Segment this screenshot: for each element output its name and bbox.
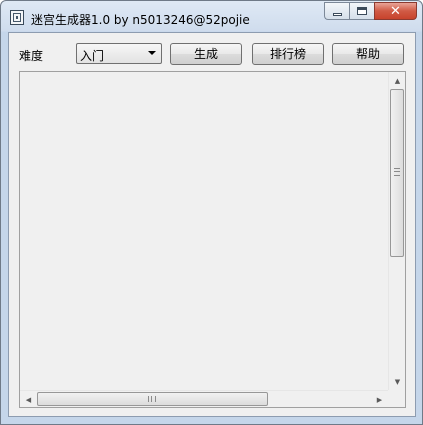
vertical-scroll-thumb[interactable] (390, 89, 404, 257)
help-button[interactable]: 帮助 (332, 43, 404, 65)
grip-icon (394, 168, 400, 176)
leaderboard-button[interactable]: 排行榜 (252, 43, 324, 65)
window-title: 迷宫生成器1.0 by n5013246@52pojie (31, 13, 250, 27)
chevron-down-icon (148, 51, 156, 55)
difficulty-label: 难度 (19, 49, 44, 63)
horizontal-scroll-thumb[interactable] (37, 392, 268, 406)
maze-app-icon[interactable] (10, 10, 24, 25)
maximize-button[interactable] (349, 2, 374, 20)
scrollbar-corner (388, 390, 405, 407)
horizontal-scrollbar[interactable]: ◀ ▶ (20, 390, 388, 407)
difficulty-value: 入门 (80, 49, 105, 63)
minimize-button[interactable] (324, 2, 349, 20)
vertical-scrollbar[interactable]: ▲ ▼ (388, 72, 405, 390)
app-window: 迷宫生成器1.0 by n5013246@52pojie ✕ 难度 入门 生成 … (0, 0, 423, 425)
client-area: 难度 入门 生成 排行榜 帮助 ▲ ▼ ◀ ▶ (8, 32, 416, 417)
scroll-down-arrow-icon[interactable]: ▼ (389, 373, 406, 390)
scroll-up-arrow-icon[interactable]: ▲ (389, 72, 406, 89)
grip-icon (148, 396, 156, 402)
caption-buttons: ✕ (324, 2, 417, 21)
minimize-icon (332, 12, 342, 16)
difficulty-select[interactable]: 入门 (76, 43, 162, 64)
generate-button[interactable]: 生成 (170, 43, 242, 65)
scroll-left-arrow-icon[interactable]: ◀ (20, 391, 37, 408)
close-button[interactable]: ✕ (374, 2, 417, 20)
close-icon: ✕ (390, 3, 401, 19)
maximize-icon (357, 7, 367, 15)
maze-display-area[interactable]: ▲ ▼ ◀ ▶ (19, 71, 406, 408)
scroll-right-arrow-icon[interactable]: ▶ (371, 391, 388, 408)
title-bar[interactable]: 迷宫生成器1.0 by n5013246@52pojie ✕ (1, 1, 422, 33)
